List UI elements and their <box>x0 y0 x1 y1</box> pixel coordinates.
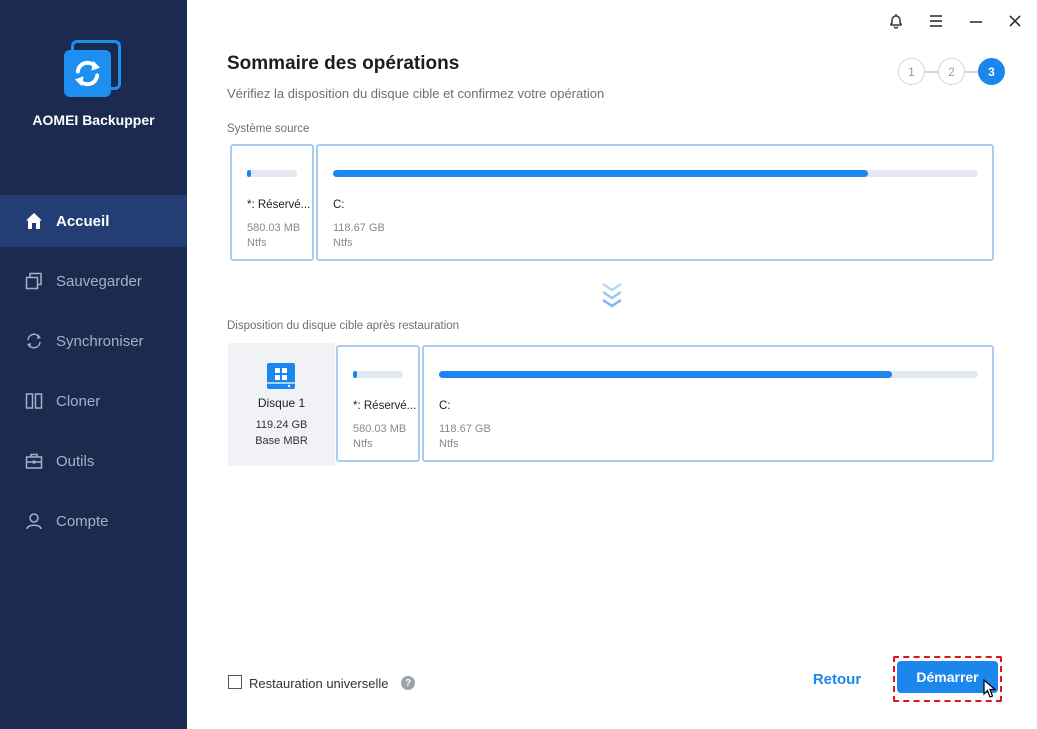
home-icon <box>24 211 44 231</box>
partition-name: C: <box>439 400 451 412</box>
help-icon[interactable]: ? <box>401 676 415 690</box>
partition-fs: Ntfs <box>333 237 353 249</box>
disk-type: Base MBR <box>255 435 308 447</box>
minimize-icon[interactable] <box>965 10 987 32</box>
sidebar-item-accueil[interactable]: Accueil <box>0 195 187 247</box>
sidebar-item-cloner[interactable]: Cloner <box>0 375 187 427</box>
bell-icon[interactable] <box>885 10 907 32</box>
target-label: Disposition du disque cible après restau… <box>227 320 460 332</box>
disk-icon <box>266 361 296 396</box>
partition-name: *: Réservé... <box>353 400 417 412</box>
usage-fill <box>353 371 357 378</box>
partition-name: *: Réservé... <box>247 199 311 211</box>
app-logo-icon <box>63 40 123 100</box>
sidebar: AOMEI Backupper Accueil Sauvegarder Sync… <box>0 0 187 729</box>
step-2: 2 <box>938 58 965 85</box>
usage-fill <box>247 170 251 177</box>
partition-fs: Ntfs <box>353 438 373 450</box>
source-label: Système source <box>227 123 310 135</box>
back-button[interactable]: Retour <box>806 668 868 690</box>
target-disk: Disque 1 119.24 GB Base MBR <box>228 343 335 466</box>
usage-bar <box>439 371 978 378</box>
step-3: 3 <box>978 58 1005 85</box>
partition-size: 118.67 GB <box>439 423 491 435</box>
disk-name: Disque 1 <box>257 396 306 410</box>
chevron-down-icon <box>600 282 624 317</box>
usage-bar <box>353 371 403 378</box>
mouse-cursor-icon <box>983 678 997 704</box>
sidebar-item-label: Cloner <box>56 392 101 410</box>
step-connector <box>965 71 978 73</box>
sidebar-item-outils[interactable]: Outils <box>0 435 187 487</box>
user-icon <box>24 511 44 531</box>
sync-icon <box>24 331 44 351</box>
target-partition-c[interactable]: C: 118.67 GB Ntfs <box>422 345 994 462</box>
universal-restore-label[interactable]: Restauration universelle <box>249 676 388 691</box>
app-name: AOMEI Backupper <box>32 112 155 128</box>
page-subtitle: Vérifiez la disposition du disque cible … <box>227 86 605 101</box>
sidebar-item-label: Sauvegarder <box>56 272 142 290</box>
sidebar-item-sauvegarder[interactable]: Sauvegarder <box>0 255 187 307</box>
usage-bar <box>247 170 297 177</box>
partition-size: 580.03 MB <box>247 222 301 234</box>
sidebar-item-label: Accueil <box>56 212 110 230</box>
menu-icon[interactable] <box>925 10 947 32</box>
partition-size: 580.03 MB <box>353 423 407 435</box>
source-partition-reserved[interactable]: *: Réservé... 580.03 MB Ntfs <box>230 144 314 261</box>
source-partition-c[interactable]: C: 118.67 GB Ntfs <box>316 144 994 261</box>
usage-bar <box>333 170 978 177</box>
sidebar-item-label: Synchroniser <box>56 332 144 350</box>
sidebar-item-synchroniser[interactable]: Synchroniser <box>0 315 187 367</box>
sidebar-item-label: Compte <box>56 512 109 530</box>
page-title: Sommaire des opérations <box>227 53 460 74</box>
partition-name: C: <box>333 199 345 211</box>
backup-icon <box>24 271 44 291</box>
sidebar-item-compte[interactable]: Compte <box>0 495 187 547</box>
tools-icon <box>24 451 44 471</box>
partition-fs: Ntfs <box>247 237 267 249</box>
step-indicator: 1 2 3 <box>898 58 1008 86</box>
universal-restore-checkbox[interactable] <box>228 675 242 689</box>
partition-fs: Ntfs <box>439 438 459 450</box>
disk-size: 119.24 GB <box>255 419 308 431</box>
close-icon[interactable] <box>1004 10 1026 32</box>
clone-icon <box>24 391 44 411</box>
target-partition-reserved[interactable]: *: Réservé... 580.03 MB Ntfs <box>336 345 420 462</box>
usage-fill <box>333 170 868 177</box>
partition-size: 118.67 GB <box>333 222 385 234</box>
step-1: 1 <box>898 58 925 85</box>
usage-fill <box>439 371 892 378</box>
step-connector <box>925 71 938 73</box>
sidebar-item-label: Outils <box>56 452 95 470</box>
